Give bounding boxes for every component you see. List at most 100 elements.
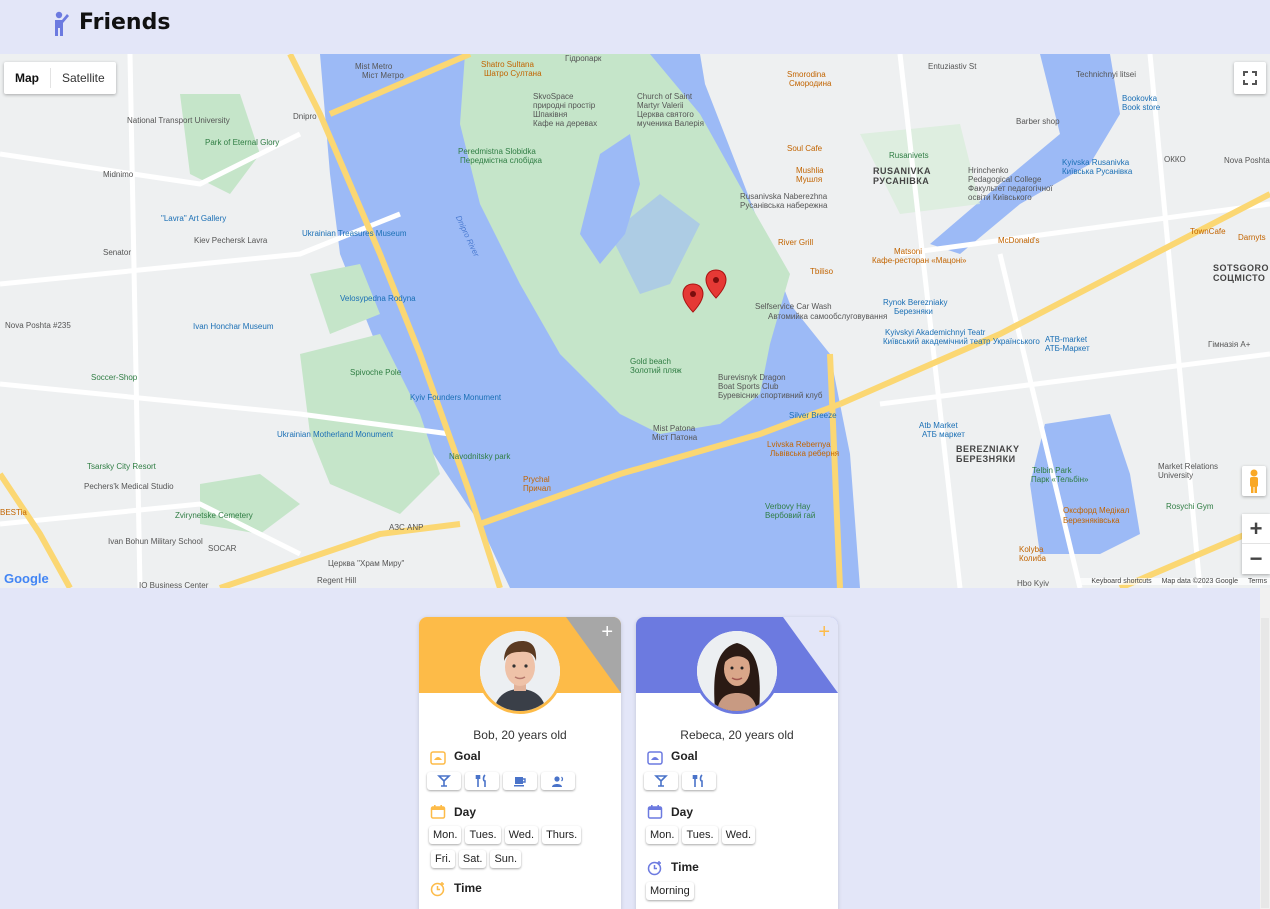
map-place-label[interactable]: TownCafe [1190,227,1226,236]
map-place-label[interactable]: Rusanivets [889,151,929,160]
map-place-label[interactable]: Шатро Султана [484,69,542,78]
map-place-label[interactable]: Rynok Berezniaky [883,298,947,307]
map-place-label[interactable]: Rosychi Gym [1166,502,1214,511]
map-place-label[interactable]: Pedagogical College [968,175,1041,184]
map-place-label[interactable]: Вербовий гай [765,511,815,520]
map-place-label[interactable]: ATB-market [1045,335,1087,344]
map-place-label[interactable]: Prychal [523,475,550,484]
map-place-label[interactable]: АЗС ANP [389,523,423,532]
map-place-label[interactable]: Церква "Храм Миру" [328,559,404,568]
map-place-label[interactable]: РУСАНІВКА [873,177,929,186]
day-chip[interactable]: Tues. [682,826,718,844]
map-place-label[interactable]: Kyivskyi Akademichnyi Teatr [885,328,985,337]
friend-card[interactable]: + Bob, 20 years old Goal Day Mon. Tues. … [419,617,621,909]
map-place-label[interactable]: Shatro Sultana [481,60,534,69]
map-place-label[interactable]: освіти Київського [968,193,1032,202]
day-chip[interactable]: Mon. [646,826,679,844]
map-place-label[interactable]: Mushlia [796,166,824,175]
page-scrollbar[interactable] [1260,588,1270,909]
day-chip[interactable]: Tues. [465,826,501,844]
fullscreen-button[interactable] [1234,62,1266,94]
map-place-label[interactable]: IQ Business Center [139,581,208,588]
map-place-label[interactable]: Matsoni [894,247,922,256]
terms-link[interactable]: Terms [1248,578,1267,585]
map-place-label[interactable]: Lvivska Rebernya [767,440,831,449]
map-place-label[interactable]: АТБ-Маркет [1045,344,1090,353]
map-place-label[interactable]: Spivoche Pole [350,368,401,377]
map-place-label[interactable]: Смородина [789,79,831,88]
map-type-map-button[interactable]: Map [4,62,50,94]
add-friend-button[interactable]: + [818,621,830,643]
map-place-label[interactable]: Шпаківня [533,110,567,119]
map-place-label[interactable]: SOCAR [208,544,236,553]
map-place-label[interactable]: Regent Hill [317,576,356,585]
map-place-label[interactable]: Гідропарк [565,54,601,63]
day-chip[interactable]: Mon. [429,826,462,844]
map-place-label[interactable]: Київська Русанівка [1062,167,1132,176]
map-place-label[interactable]: Кафе-ресторан «Мацоні» [872,256,967,265]
map-place-label[interactable]: ОККО [1164,155,1186,164]
map-place-label[interactable]: Передмістна слобідка [460,156,542,165]
map-place-label[interactable]: Ukrainian Motherland Monument [277,430,393,439]
map-place-label[interactable]: Darnyts [1238,233,1266,242]
map-type-satellite-button[interactable]: Satellite [51,62,116,94]
map-place-label[interactable]: Буревісник спортивний клуб [718,391,822,400]
time-chip[interactable]: Morning [646,882,694,900]
map-place-label[interactable]: BEREZNIAKY [956,445,1020,454]
map-place-label[interactable]: Tsarsky City Resort [87,462,156,471]
map-place-label[interactable]: BESTia [0,508,27,517]
zoom-in-button[interactable]: + [1242,514,1270,544]
map-place-label[interactable]: Ukrainian Treasures Museum [302,229,406,238]
goal-chip-food[interactable] [465,772,499,790]
map-place-label[interactable]: Hrinchenko [968,166,1008,175]
map-place-label[interactable]: Автомийка самообслуговування [768,312,887,321]
scrollbar-thumb[interactable] [1261,618,1269,908]
map-place-label[interactable]: БЕРЕЗНЯКИ [956,455,1016,464]
map-place-label[interactable]: природні простір [533,101,595,110]
map-place-label[interactable]: Церква святого [637,110,694,119]
map-place-label[interactable]: СОЦМІСТО [1213,274,1265,283]
map-place-label[interactable]: SkvoSpace [533,92,573,101]
map-place-label[interactable]: Березняківська [1063,516,1120,525]
map-place-label[interactable]: Zvirynetske Cemetery [175,511,253,520]
map-place-label[interactable]: Львівська реберня [770,449,839,458]
map-place-label[interactable]: Міст Метро [362,71,404,80]
day-chip[interactable]: Fri. [431,850,455,868]
map-place-label[interactable]: Verbovy Hay [765,502,810,511]
day-chip[interactable]: Sat. [458,850,487,868]
map-place-label[interactable]: Парк «Тельбін» [1031,475,1089,484]
map-place-label[interactable]: Martyr Valerii [637,101,684,110]
map-place-label[interactable]: Гімназія А+ [1208,340,1250,349]
map-view[interactable]: Mist Metro Міст Метро Shatro Sultana Шатро … [0,54,1270,588]
map-place-label[interactable]: Atb Market [919,421,958,430]
street-view-pegman[interactable] [1242,466,1266,496]
map-place-label[interactable]: Peredmistna Slobidka [458,147,536,156]
goal-chip-cocktail[interactable] [644,772,678,790]
map-place-label[interactable]: Mist Metro [355,62,392,71]
map-place-label[interactable]: Mist Patona [653,424,695,433]
map-type-toggle[interactable]: Map Satellite [4,62,116,94]
map-place-label[interactable]: Dnipro [293,112,317,121]
map-place-label[interactable]: Book store [1122,103,1160,112]
goal-chip-coffee[interactable] [503,772,537,790]
map-place-label[interactable]: Gold beach [630,357,671,366]
map-place-label[interactable]: SOTSGORO [1213,264,1269,273]
map-place-label[interactable]: Nova Poshta #235 [5,321,71,330]
map-place-label[interactable]: Hbo Kyiv [1017,579,1049,588]
map-place-label[interactable]: Senator [103,248,131,257]
map-place-label[interactable]: Русанівська набережна [740,201,827,210]
map-place-label[interactable]: Ivan Bohun Military School [108,537,203,546]
map-place-label[interactable]: Barber shop [1016,117,1060,126]
map-place-label[interactable]: River Grill [778,238,813,247]
map-place-label[interactable]: Soul Cafe [787,144,822,153]
map-place-label[interactable]: Technichnyi litsei [1076,70,1136,79]
map-place-label[interactable]: Boat Sports Club [718,382,778,391]
map-place-label[interactable]: Факультет педагогічної [968,184,1053,193]
map-place-label[interactable]: Kyiv Founders Monument [410,393,501,402]
map-place-label[interactable]: Navodnitsky park [449,452,510,461]
map-place-label[interactable]: Silver Breeze [789,411,837,420]
map-place-label[interactable]: Кафе на деревах [533,119,597,128]
map-place-label[interactable]: Міст Патона [652,433,697,442]
map-place-label[interactable]: Smorodina [787,70,826,79]
zoom-out-button[interactable]: − [1242,544,1270,574]
